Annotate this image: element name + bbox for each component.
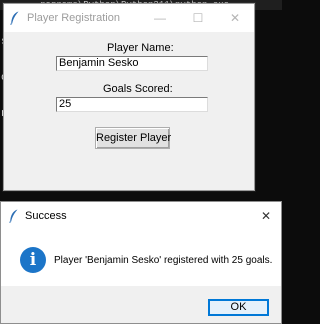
window-title: Player Registration (27, 12, 120, 24)
success-message: Player 'Benjamin Sesko' registered with … (54, 255, 273, 266)
close-icon[interactable]: ✕ (258, 208, 274, 224)
goals-scored-input[interactable]: 25 (56, 97, 208, 112)
ok-button[interactable]: OK (208, 299, 269, 316)
feather-icon (9, 209, 19, 223)
registration-titlebar[interactable]: Player Registration — ☐ ✕ (4, 4, 254, 32)
player-name-label: Player Name: (107, 42, 174, 54)
player-name-input[interactable]: Benjamin Sesko (56, 56, 208, 71)
dialog-body: i Player 'Benjamin Sesko' registered wit… (1, 230, 281, 286)
dialog-title: Success (25, 210, 67, 222)
close-icon[interactable]: ✕ (227, 10, 243, 26)
maximize-icon[interactable]: ☐ (190, 10, 206, 26)
success-dialog: Success ✕ i Player 'Benjamin Sesko' regi… (0, 201, 282, 324)
player-registration-window: Player Registration — ☐ ✕ Player Name: B… (3, 3, 255, 191)
goals-scored-label: Goals Scored: (103, 83, 173, 95)
feather-icon (10, 11, 20, 25)
success-titlebar[interactable]: Success ✕ (1, 202, 281, 230)
info-icon: i (20, 247, 46, 273)
minimize-icon[interactable]: — (152, 10, 168, 26)
register-player-button[interactable]: Register Player (95, 127, 171, 149)
